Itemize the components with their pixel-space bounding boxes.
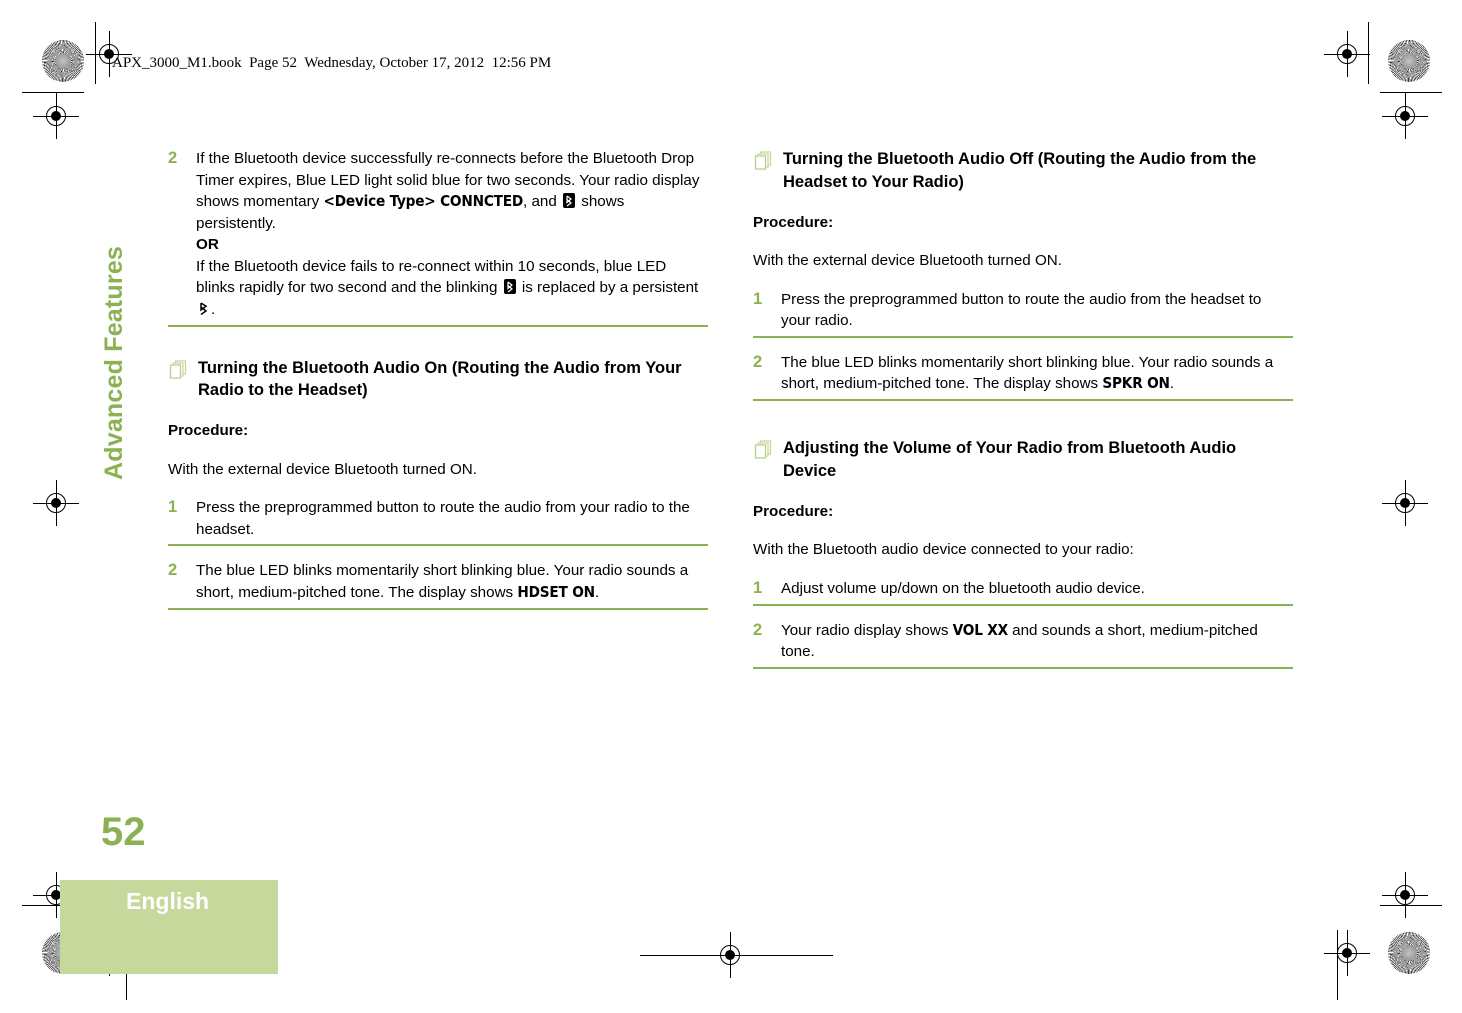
registration-crosshair-mid-left [33, 480, 79, 526]
step-item: 2 If the Bluetooth device successfully r… [168, 148, 708, 327]
trim-line-top-horizontal [22, 92, 84, 93]
section-title: Turning the Bluetooth Audio On (Routing … [198, 358, 682, 400]
procedure-intro: With the Bluetooth audio device connecte… [753, 541, 1134, 559]
step-number: 1 [168, 498, 178, 517]
section-title: Adjusting the Volume of Your Radio from … [783, 439, 1237, 480]
step-text: If the Bluetooth device successfully re-… [196, 148, 708, 321]
trim-line-bottom-right-horizontal [1380, 905, 1442, 906]
registration-crosshair-top-left-b [33, 93, 79, 139]
chapter-tab-label: Advanced Features [100, 245, 128, 480]
registration-crosshair-bottom-center [713, 932, 833, 978]
step-number: 2 [168, 149, 178, 167]
page-number: 52 [101, 810, 146, 854]
sunburst-target-top-left [42, 40, 84, 82]
step-number: 2 [168, 561, 178, 580]
bluetooth-plain-icon [198, 301, 209, 316]
step-number: 2 [753, 620, 763, 639]
procedure-label: Procedure: [753, 213, 834, 231]
step-text-before: Your radio display shows [781, 621, 953, 639]
step-item: 2 The blue LED blinks momentarily short … [753, 352, 1293, 401]
right-column: Turning the Bluetooth Audio Off (Routing… [753, 148, 1293, 683]
step-text-after: . [1169, 375, 1174, 393]
procedure-intro: With the external device Bluetooth turne… [753, 252, 1062, 270]
section-heading: Turning the Bluetooth Audio Off (Routing… [753, 148, 1293, 194]
step-text: The blue LED blinks momentarily short bl… [196, 560, 708, 603]
registration-crosshair-mid-right [1382, 480, 1428, 526]
sunburst-target-top-right [1388, 40, 1430, 82]
stacked-pages-icon [168, 357, 198, 389]
procedure-intro: With the external device Bluetooth turne… [168, 460, 477, 478]
section-heading: Adjusting the Volume of Your Radio from … [753, 437, 1293, 483]
stacked-pages-icon [753, 148, 783, 180]
step-item: 1 Press the preprogrammed button to rout… [168, 497, 708, 547]
language-label: English [126, 888, 210, 914]
trim-line-top-right-horizontal [1380, 92, 1442, 93]
step-text: Press the preprogrammed button to route … [781, 290, 1262, 330]
book-file-header: APX_3000_M1.book Page 52 Wednesday, Octo… [112, 55, 552, 71]
step-text-part6: . [211, 301, 216, 319]
step-item: 2 Your radio display shows VOL XX and so… [753, 620, 1293, 669]
trim-line-bottom-center-horizontal [640, 955, 716, 956]
registration-crosshair-top-right-a [1324, 31, 1370, 77]
step-text: Adjust volume up/down on the bluetooth a… [781, 579, 1145, 597]
step-item: 1 Adjust volume up/down on the bluetooth… [753, 578, 1293, 606]
section-heading: Turning the Bluetooth Audio On (Routing … [168, 357, 708, 403]
bluetooth-boxed-icon [503, 279, 516, 295]
step-text-part2: , and [523, 193, 562, 211]
step-item: 1 Press the preprogrammed button to rout… [753, 289, 1293, 338]
radio-display-text: SPKR ON [1102, 374, 1170, 393]
left-column: 2 If the Bluetooth device successfully r… [168, 148, 708, 624]
bluetooth-boxed-icon [563, 193, 576, 209]
stacked-pages-icon [753, 437, 783, 469]
procedure-label: Procedure: [753, 502, 834, 520]
procedure-label: Procedure: [168, 422, 249, 440]
step-number: 1 [753, 578, 763, 597]
step-text: The blue LED blinks momentarily short bl… [781, 352, 1293, 395]
step-text: Your radio display shows VOL XX and soun… [781, 620, 1293, 663]
section-title: Turning the Bluetooth Audio Off (Routing… [783, 150, 1257, 191]
step-text-after: . [594, 584, 600, 602]
radio-display-text: HDSET ON [517, 583, 595, 602]
step-text-before: The blue LED blinks momentarily short bl… [781, 353, 1274, 393]
radio-display-text: <Device Type> CONNCTED [323, 192, 524, 211]
step-text-before: The blue LED blinks momentarily short bl… [196, 562, 689, 602]
registration-crosshair-top-right-b [1382, 93, 1428, 139]
trim-line-right-vertical [1368, 22, 1369, 84]
step-text-part5: is replaced by a persistent [517, 279, 699, 297]
step-number: 2 [753, 352, 763, 371]
or-label: OR [196, 236, 219, 254]
step-number: 1 [753, 289, 763, 308]
radio-display-text: VOL XX [952, 620, 1008, 639]
sunburst-target-bottom-right [1388, 932, 1430, 974]
trim-line-left-vertical [95, 22, 96, 84]
step-item: 2 The blue LED blinks momentarily short … [168, 560, 708, 610]
step-text: Press the preprogrammed button to route … [196, 499, 690, 538]
registration-crosshair-bottom-right-a [1382, 872, 1428, 918]
trim-line-bottom-right-vertical [1337, 930, 1338, 1000]
registration-crosshair-bottom-right-b [1324, 930, 1370, 976]
